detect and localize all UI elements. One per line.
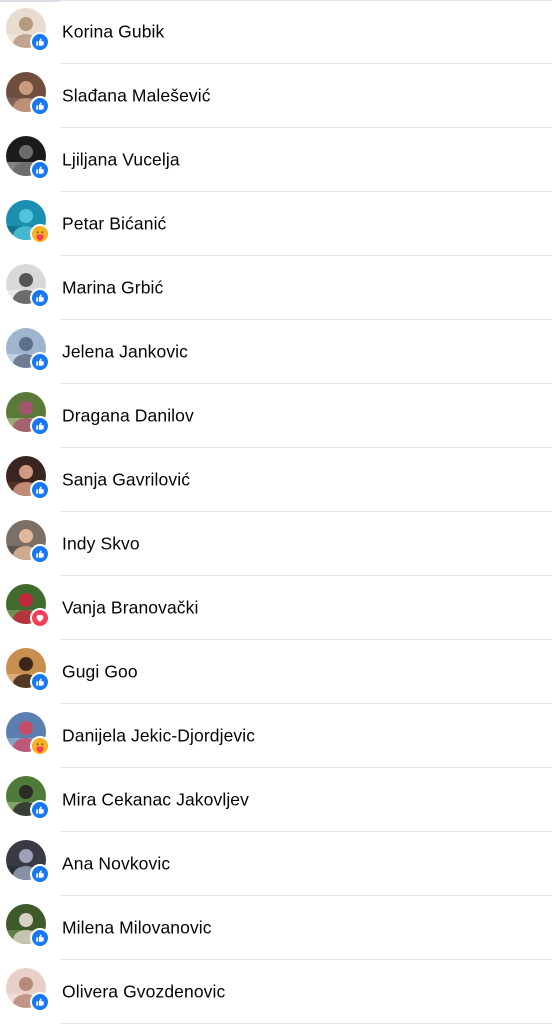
user-name[interactable]: Korina Gubik: [62, 22, 164, 43]
avatar-container[interactable]: [6, 392, 50, 436]
like-icon: [30, 352, 50, 372]
user-name[interactable]: Petar Bićanić: [62, 214, 166, 235]
like-icon: [30, 928, 50, 948]
list-item[interactable]: Ljiljana Vucelja: [0, 128, 552, 192]
user-name[interactable]: Mira Cekanac Jakovljev: [62, 790, 249, 811]
avatar-container[interactable]: [6, 456, 50, 500]
list-item[interactable]: Vanja Branovački: [0, 576, 552, 640]
avatar-container[interactable]: [6, 968, 50, 1012]
user-name[interactable]: Ljiljana Vucelja: [62, 150, 180, 171]
user-name[interactable]: Danijela Jekic-Djordjevic: [62, 726, 255, 747]
avatar-container[interactable]: [6, 8, 50, 52]
user-name[interactable]: Olivera Gvozdenovic: [62, 982, 225, 1003]
user-name[interactable]: Indy Skvo: [62, 534, 140, 555]
like-icon: [30, 480, 50, 500]
user-name[interactable]: Marina Grbić: [62, 278, 163, 299]
like-icon: [30, 288, 50, 308]
list-item[interactable]: Gugi Goo: [0, 640, 552, 704]
list-item[interactable]: Marina Grbić: [0, 256, 552, 320]
list-item[interactable]: Ana Novkovic: [0, 832, 552, 896]
care-icon: [30, 736, 50, 756]
list-item[interactable]: Korina Gubik: [0, 0, 552, 64]
avatar-container[interactable]: [6, 136, 50, 180]
list-item[interactable]: Slađana Malešević: [0, 64, 552, 128]
list-item[interactable]: Danijela Jekic-Djordjevic: [0, 704, 552, 768]
like-icon: [30, 544, 50, 564]
avatar-container[interactable]: [6, 648, 50, 692]
user-name[interactable]: Jelena Jankovic: [62, 342, 188, 363]
avatar-container[interactable]: [6, 904, 50, 948]
user-name[interactable]: Slađana Malešević: [62, 86, 211, 107]
avatar-container[interactable]: [6, 776, 50, 820]
like-icon: [30, 672, 50, 692]
avatar-container[interactable]: [6, 328, 50, 372]
like-icon: [30, 32, 50, 52]
like-icon: [30, 864, 50, 884]
user-name[interactable]: Gugi Goo: [62, 662, 138, 683]
list-item[interactable]: Indy Skvo: [0, 512, 552, 576]
list-item[interactable]: Milena Milovanovic: [0, 896, 552, 960]
avatar-container[interactable]: [6, 712, 50, 756]
avatar-container[interactable]: [6, 520, 50, 564]
user-name[interactable]: Vanja Branovački: [62, 598, 199, 619]
list-item[interactable]: Dragana Danilov: [0, 384, 552, 448]
like-icon: [30, 96, 50, 116]
list-item[interactable]: Petar Bićanić: [0, 192, 552, 256]
list-item[interactable]: Mira Cekanac Jakovljev: [0, 768, 552, 832]
avatar-container[interactable]: [6, 584, 50, 628]
user-name[interactable]: Sanja Gavrilović: [62, 470, 190, 491]
avatar-container[interactable]: [6, 200, 50, 244]
avatar-container[interactable]: [6, 72, 50, 116]
like-icon: [30, 416, 50, 436]
like-icon: [30, 992, 50, 1012]
avatar-container[interactable]: [6, 840, 50, 884]
like-icon: [30, 160, 50, 180]
user-name[interactable]: Milena Milovanovic: [62, 918, 212, 939]
like-icon: [30, 800, 50, 820]
user-name[interactable]: Dragana Danilov: [62, 406, 194, 427]
care-icon: [30, 224, 50, 244]
avatar-container[interactable]: [6, 264, 50, 308]
love-icon: [30, 608, 50, 628]
list-item[interactable]: Sanja Gavrilović: [0, 448, 552, 512]
user-name[interactable]: Ana Novkovic: [62, 854, 170, 875]
list-item[interactable]: Olivera Gvozdenovic: [0, 960, 552, 1024]
reactions-list: Korina Gubik Slađana Malešević Ljiljana Vu…: [0, 0, 552, 1024]
list-item[interactable]: Jelena Jankovic: [0, 320, 552, 384]
